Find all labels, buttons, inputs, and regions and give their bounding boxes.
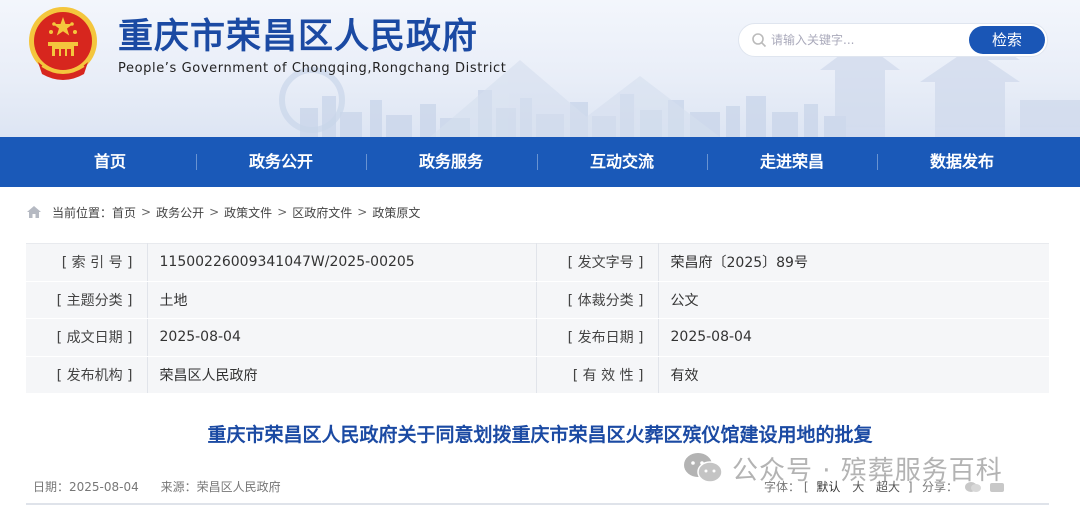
document-info-table: [ 索 引 号 ] 11500226009341047W/2025-00205 …: [26, 243, 1049, 394]
breadcrumb-current[interactable]: 政策原文: [372, 204, 420, 221]
national-emblem-icon: [29, 7, 97, 80]
info-value: 荣昌区人民政府: [147, 356, 537, 394]
nav-divider: [877, 154, 878, 170]
breadcrumb-link-policy-docs[interactable]: 政策文件: [224, 204, 272, 221]
breadcrumb-separator: >: [357, 205, 368, 219]
info-label: [ 成文日期 ]: [26, 318, 148, 357]
info-label: [ 发布机构 ]: [26, 356, 148, 394]
breadcrumb-separator: >: [277, 205, 288, 219]
info-label: [ 主题分类 ]: [26, 281, 148, 319]
breadcrumb-prefix: 当前位置：: [52, 205, 113, 220]
article-date: 日期：2025-08-04: [33, 480, 139, 494]
table-row: [ 主题分类 ] 土地 [ 体裁分类 ] 公文: [26, 281, 1049, 319]
info-label: [ 体裁分类 ]: [536, 281, 659, 319]
table-row: [ 成文日期 ] 2025-08-04 [ 发布日期 ] 2025-08-04: [26, 318, 1049, 357]
nav-divider: [537, 154, 538, 170]
nav-divider: [196, 154, 197, 170]
info-label: [ 有 效 性 ]: [536, 356, 659, 394]
site-title: 重庆市荣昌区人民政府: [118, 17, 479, 57]
breadcrumb: 当前位置： 首页 > 政务公开 > 政策文件 > 区政府文件 > 政策原文: [26, 203, 420, 221]
info-value: 11500226009341047W/2025-00205: [147, 243, 537, 282]
article-meta: 日期：2025-08-04 来源：荣昌区人民政府: [33, 478, 281, 495]
home-icon: [27, 206, 41, 218]
nav-divider: [707, 154, 708, 170]
nav-item-about-rongchang[interactable]: 走进荣昌: [712, 137, 872, 187]
nav-item-home[interactable]: 首页: [30, 137, 190, 187]
breadcrumb-separator: >: [209, 205, 220, 219]
info-value: 2025-08-04: [658, 318, 1049, 357]
info-value: 有效: [658, 356, 1049, 394]
info-label: [ 发文字号 ]: [536, 243, 659, 282]
table-row: [ 索 引 号 ] 11500226009341047W/2025-00205 …: [26, 243, 1049, 282]
watermark: 公众号 · 殡葬服务百科: [682, 448, 1003, 488]
breadcrumb-link-home[interactable]: 首页: [112, 204, 136, 221]
info-label: [ 索 引 号 ]: [26, 243, 148, 282]
wechat-icon: [684, 453, 723, 483]
divider: [26, 503, 1049, 505]
info-value: 荣昌府〔2025〕89号: [658, 243, 1049, 282]
nav-divider: [366, 154, 367, 170]
info-label: [ 发布日期 ]: [536, 318, 659, 357]
breadcrumb-separator: >: [141, 205, 152, 219]
site-subtitle: People’s Government of Chongqing,Rongcha…: [118, 61, 507, 76]
watermark-text: 公众号 · 殡葬服务百科: [732, 455, 1003, 486]
breadcrumb-link-district-docs[interactable]: 区政府文件: [292, 204, 352, 221]
search-button[interactable]: 检索: [969, 26, 1045, 54]
nav-item-data-release[interactable]: 数据发布: [882, 137, 1042, 187]
info-value: 公文: [658, 281, 1049, 319]
nav-item-gov-affairs-public[interactable]: 政务公开: [201, 137, 361, 187]
info-value: 2025-08-04: [147, 318, 537, 357]
site-header: 重庆市荣昌区人民政府 People’s Government of Chongq…: [0, 0, 1080, 137]
nav-item-gov-services[interactable]: 政务服务: [371, 137, 531, 187]
main-nav: 首页 政务公开 政务服务 互动交流 走进荣昌 数据发布: [0, 137, 1080, 187]
article-title: 重庆市荣昌区人民政府关于同意划拨重庆市荣昌区火葬区殡仪馆建设用地的批复: [207, 424, 873, 446]
table-row: [ 发布机构 ] 荣昌区人民政府 [ 有 效 性 ] 有效: [26, 356, 1049, 394]
search-icon: [752, 33, 767, 48]
article-source: 来源：荣昌区人民政府: [160, 480, 281, 494]
search-box: 检索: [738, 23, 1048, 57]
info-value: 土地: [147, 281, 537, 319]
nav-item-interaction[interactable]: 互动交流: [542, 137, 702, 187]
breadcrumb-link-gov-affairs-public[interactable]: 政务公开: [156, 204, 204, 221]
search-input[interactable]: [771, 30, 961, 50]
